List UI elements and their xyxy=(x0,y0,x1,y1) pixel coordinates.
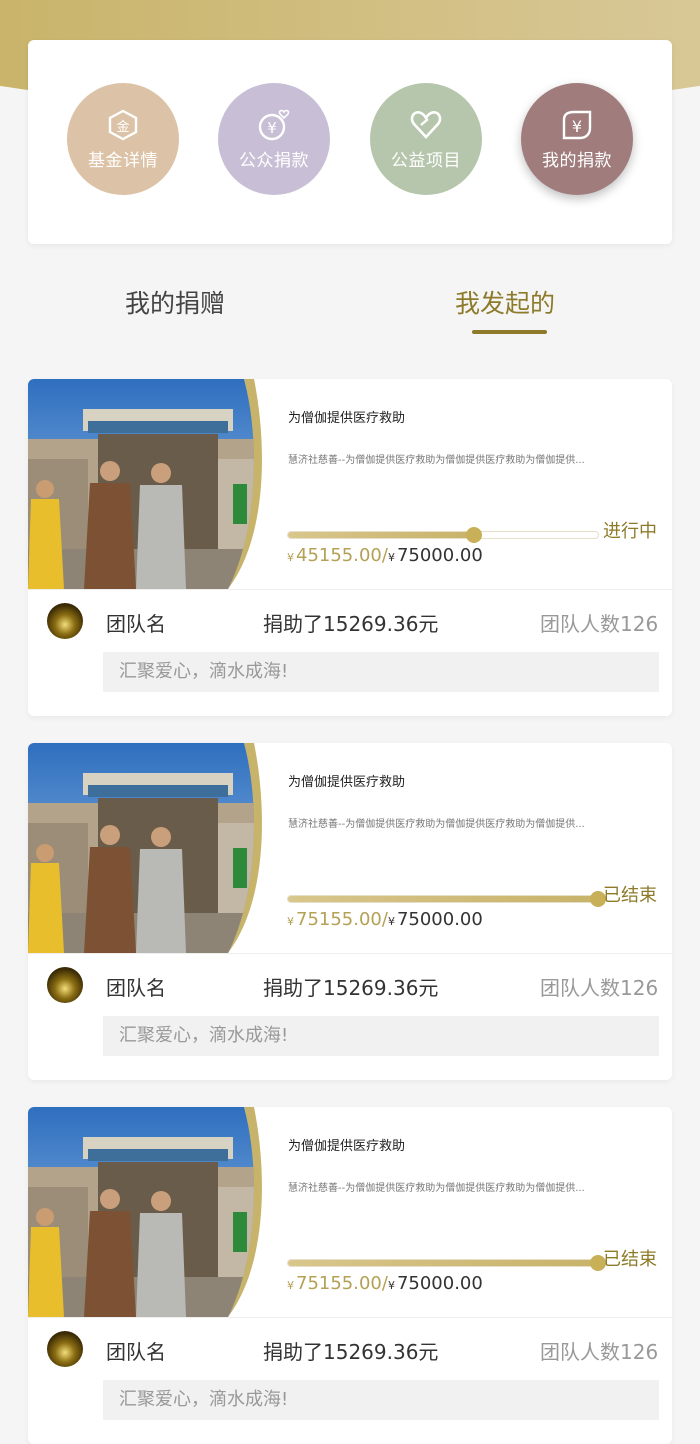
currency-symbol: ¥ xyxy=(287,915,294,928)
team-name: 团队名 xyxy=(106,1340,166,1364)
team-avatar[interactable] xyxy=(47,967,83,1003)
nav-label: 公众捐款 xyxy=(239,150,309,171)
progress-fill xyxy=(288,1260,598,1266)
project-card[interactable]: 为僧伽提供医疗救助慧济社慈善--为僧伽提供医疗救助为僧伽提供医疗救助为僧伽提供.… xyxy=(28,379,672,716)
amount-text: ¥75155.00/¥ 75000.00 xyxy=(287,1273,483,1294)
card-divider xyxy=(28,953,672,954)
team-slogan: 汇聚爱心，滴水成海! xyxy=(103,1016,659,1056)
project-photo xyxy=(28,379,262,589)
team-member-count: 团队人数126 xyxy=(540,976,659,1000)
project-title: 为僧伽提供医疗救助 xyxy=(288,411,406,426)
target-amount: 75000.00 xyxy=(396,909,483,930)
navigation-card: 金 基金详情 ¥ 公众捐款 公益项目 ¥ 我的捐款 xyxy=(28,40,672,244)
donation-tabs: 我的捐赠 我发起的 xyxy=(0,270,700,340)
currency-symbol: ¥ xyxy=(387,915,395,928)
donated-amount: 捐助了15269.36元 xyxy=(263,976,439,1000)
card-divider xyxy=(28,589,672,590)
team-name: 团队名 xyxy=(106,976,166,1000)
nav-charity-projects-button[interactable]: 公益项目 xyxy=(370,83,482,195)
gold-badge-icon: 金 xyxy=(108,109,138,140)
currency-symbol: ¥ xyxy=(387,1279,395,1292)
team-name: 团队名 xyxy=(106,612,166,636)
nav-label: 基金详情 xyxy=(88,150,158,171)
project-photo xyxy=(28,1107,262,1317)
status-badge: 已结束 xyxy=(603,1249,657,1270)
progress-bar xyxy=(287,527,599,543)
tab-my-donations[interactable]: 我的捐赠 xyxy=(125,284,225,320)
project-description: 慧济社慈善--为僧伽提供医疗救助为僧伽提供医疗救助为僧伽提供... xyxy=(288,1183,585,1194)
raised-amount: 75155.00/ xyxy=(296,909,388,930)
target-amount: 75000.00 xyxy=(396,545,483,566)
project-title: 为僧伽提供医疗救助 xyxy=(288,1139,406,1154)
nav-label: 我的捐款 xyxy=(542,150,612,171)
team-avatar[interactable] xyxy=(47,1331,83,1367)
project-description: 慧济社慈善--为僧伽提供医疗救助为僧伽提供医疗救助为僧伽提供... xyxy=(288,819,585,830)
donated-amount: 捐助了15269.36元 xyxy=(263,1340,439,1364)
status-badge: 进行中 xyxy=(603,521,657,542)
currency-symbol: ¥ xyxy=(287,551,294,564)
card-divider xyxy=(28,1317,672,1318)
nav-label: 公益项目 xyxy=(391,150,461,171)
team-slogan: 汇聚爱心，滴水成海! xyxy=(103,1380,659,1420)
progress-fill xyxy=(288,532,474,538)
project-photo xyxy=(28,743,262,953)
currency-symbol: ¥ xyxy=(387,551,395,564)
heart-icon xyxy=(410,110,442,139)
svg-text:金: 金 xyxy=(116,119,129,135)
raised-amount: 45155.00/ xyxy=(296,545,388,566)
team-avatar[interactable] xyxy=(47,603,83,639)
nav-my-donations-button[interactable]: ¥ 我的捐款 xyxy=(521,83,633,195)
svg-text:¥: ¥ xyxy=(267,119,277,137)
nav-public-donation-button[interactable]: ¥ 公众捐款 xyxy=(218,83,330,195)
team-slogan: 汇聚爱心，滴水成海! xyxy=(103,652,659,692)
nav-fund-details-button[interactable]: 金 基金详情 xyxy=(67,83,179,195)
project-card[interactable]: 为僧伽提供医疗救助慧济社慈善--为僧伽提供医疗救助为僧伽提供医疗救助为僧伽提供.… xyxy=(28,743,672,1080)
project-description: 慧济社慈善--为僧伽提供医疗救助为僧伽提供医疗救助为僧伽提供... xyxy=(288,455,585,466)
svg-text:¥: ¥ xyxy=(572,117,582,136)
yen-heart-icon: ¥ xyxy=(258,109,290,140)
progress-bar xyxy=(287,1255,606,1271)
status-badge: 已结束 xyxy=(603,885,657,906)
target-amount: 75000.00 xyxy=(396,1273,483,1294)
progress-knob xyxy=(466,527,482,543)
yen-leaf-icon: ¥ xyxy=(562,110,592,139)
amount-text: ¥45155.00/¥ 75000.00 xyxy=(287,545,483,566)
project-title: 为僧伽提供医疗救助 xyxy=(288,775,406,790)
team-member-count: 团队人数126 xyxy=(540,612,659,636)
currency-symbol: ¥ xyxy=(287,1279,294,1292)
donated-amount: 捐助了15269.36元 xyxy=(263,612,439,636)
team-member-count: 团队人数126 xyxy=(540,1340,659,1364)
raised-amount: 75155.00/ xyxy=(296,1273,388,1294)
progress-fill xyxy=(288,896,598,902)
progress-bar xyxy=(287,891,606,907)
project-card[interactable]: 为僧伽提供医疗救助慧济社慈善--为僧伽提供医疗救助为僧伽提供医疗救助为僧伽提供.… xyxy=(28,1107,672,1444)
amount-text: ¥75155.00/¥ 75000.00 xyxy=(287,909,483,930)
tab-my-initiated[interactable]: 我发起的 xyxy=(455,284,555,320)
active-tab-indicator xyxy=(472,330,547,334)
